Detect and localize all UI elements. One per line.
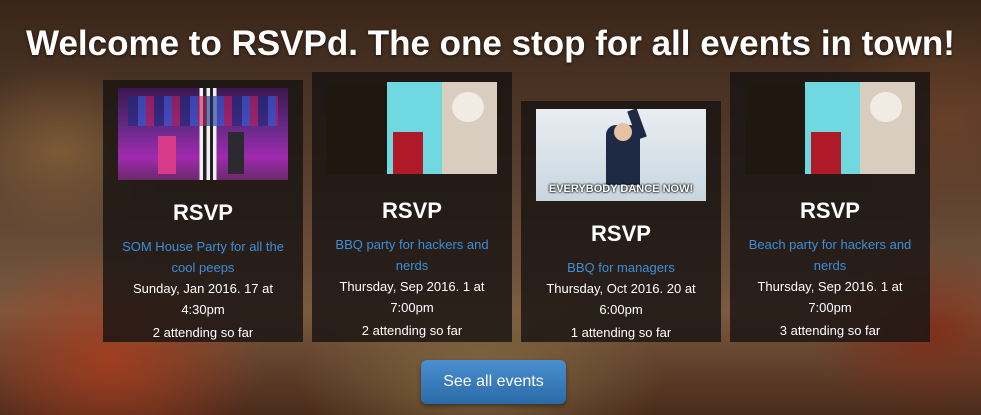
event-datetime: Thursday, Oct 2016. 20 at 6:00pm (546, 281, 696, 317)
attending-count: 2 attending so far (152, 325, 254, 340)
event-card: RSVP SOM House Party for all the cool pe… (103, 80, 303, 342)
event-image[interactable] (745, 82, 915, 174)
attending-count: 2 attending so far (361, 323, 463, 338)
image-caption: EVERYBODY DANCE NOW! (548, 183, 694, 195)
rsvp-heading: RSVP (800, 198, 860, 223)
rsvp-heading: RSVP (591, 221, 651, 246)
rsvp-heading: RSVP (173, 200, 233, 225)
event-card: EVERYBODY DANCE NOW! RSVP BBQ for manage… (521, 101, 721, 342)
see-all-events-button[interactable]: See all events (421, 360, 566, 404)
event-datetime: Thursday, Sep 2016. 1 at 7:00pm (339, 279, 485, 315)
event-card: RSVP BBQ party for hackers and nerds Thu… (312, 72, 512, 342)
event-image[interactable] (118, 88, 288, 180)
event-datetime: Sunday, Jan 2016. 17 at 4:30pm (133, 281, 273, 317)
event-name-link[interactable]: BBQ for managers (521, 257, 721, 278)
event-card: RSVP Beach party for hackers and nerds T… (730, 72, 930, 342)
event-name-link[interactable]: BBQ party for hackers and nerds (312, 234, 512, 276)
event-name-link[interactable]: Beach party for hackers and nerds (730, 234, 930, 276)
rsvp-heading: RSVP (382, 198, 442, 223)
attending-count: 3 attending so far (779, 323, 881, 338)
event-datetime: Thursday, Sep 2016. 1 at 7:00pm (757, 279, 903, 315)
event-image[interactable]: EVERYBODY DANCE NOW! (536, 109, 706, 201)
attending-count: 1 attending so far (570, 325, 672, 340)
event-name-link[interactable]: SOM House Party for all the cool peeps (103, 236, 303, 278)
event-image[interactable] (327, 82, 497, 174)
page-title: Welcome to RSVPd. The one stop for all e… (26, 24, 955, 63)
